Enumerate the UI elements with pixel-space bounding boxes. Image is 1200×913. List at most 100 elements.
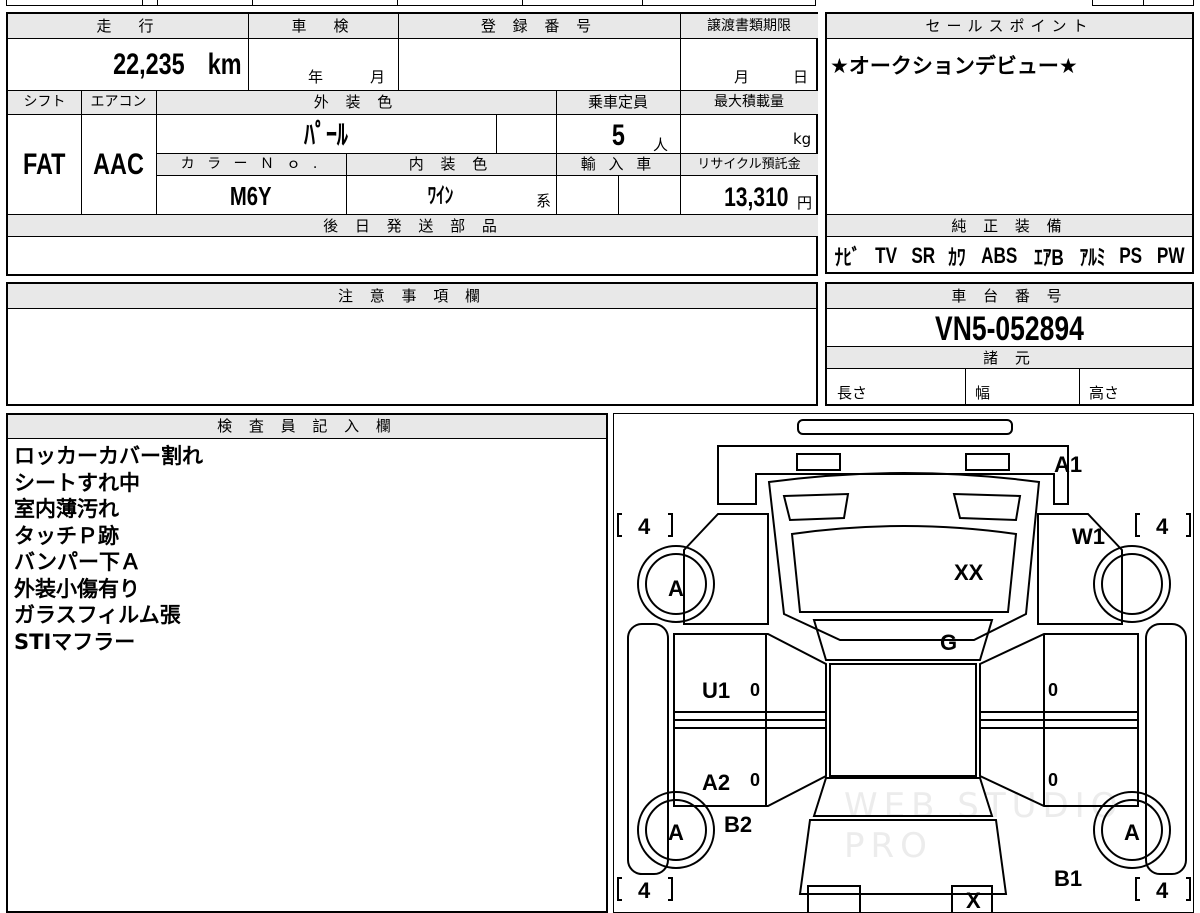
aircon-header: エアコン bbox=[90, 94, 147, 110]
mark-g: G bbox=[940, 630, 957, 655]
tire-count-rear-right: 4 bbox=[1156, 878, 1169, 903]
interior-color-header: 内 装 色 bbox=[408, 155, 494, 173]
mark-a2: A2 bbox=[702, 770, 730, 795]
equipment-item: ｶﾜ bbox=[948, 245, 966, 270]
car-diagram-panel: WEB STUDIO PRO A1 W1 XX G U1 A2 B2 B1 X … bbox=[613, 413, 1194, 913]
panel-count-right-front: 0 bbox=[1048, 680, 1058, 700]
car-diagram: A1 W1 XX G U1 A2 B2 B1 X A A A 4 4 4 4 0… bbox=[617, 419, 1191, 912]
deadline-day: 日 bbox=[793, 68, 809, 86]
interior-color-value: ﾜｲﾝ bbox=[428, 183, 454, 208]
specs-header: 諸 元 bbox=[827, 346, 1192, 369]
top-strip bbox=[6, 0, 816, 6]
tire-mark-rear-right: A bbox=[1124, 820, 1140, 845]
left-door-front bbox=[673, 633, 827, 721]
aircon-value: AAC bbox=[93, 148, 144, 181]
shift-header: シフト bbox=[23, 94, 66, 110]
mark-w1: W1 bbox=[1072, 524, 1105, 549]
equipment-item: ﾅﾋﾞ bbox=[834, 245, 861, 270]
inspector-remarks: ロッカーカバー割れ シートすれ中 室内薄汚れ タッチＰ跡 バンパー下Ａ 外装小傷… bbox=[14, 443, 203, 655]
mark-b1: B1 bbox=[1054, 866, 1082, 891]
equipment-item: PW bbox=[1157, 243, 1185, 268]
equipment-item: ｱﾙﾐ bbox=[1079, 245, 1105, 270]
trunk-outline bbox=[798, 819, 1008, 895]
vehicle-info-table: 走 行 車 検 登 録 番 号 譲渡書類期限 22,235 km 年 月 月 日… bbox=[6, 12, 818, 276]
left-front-fender bbox=[683, 513, 769, 625]
tire-mark-front-left: A bbox=[668, 576, 684, 601]
mark-b2: B2 bbox=[724, 812, 752, 837]
later-parts-header: 後 日 発 送 部 品 bbox=[8, 214, 818, 237]
tire-count-front-left: 4 bbox=[638, 514, 651, 539]
shift-value: FAT bbox=[23, 148, 66, 181]
notes-header: 注 意 事 項 欄 bbox=[8, 284, 816, 309]
genuine-equipment-header: 純 正 装 備 bbox=[827, 214, 1192, 237]
max-load-unit: kg bbox=[793, 130, 812, 148]
exterior-color-header: 外 装 色 bbox=[313, 93, 399, 111]
deadline-month: 月 bbox=[734, 68, 750, 86]
shaken-month: 月 bbox=[370, 68, 386, 86]
transfer-deadline-header: 譲渡書類期限 bbox=[707, 18, 791, 34]
tire-count-front-right: 4 bbox=[1156, 514, 1169, 539]
chassis-header: 車 台 番 号 bbox=[827, 284, 1192, 309]
reg-number-header: 登 録 番 号 bbox=[480, 17, 598, 35]
inspector-panel: 検 査 員 記 入 欄 ロッカーカバー割れ シートすれ中 室内薄汚れ タッチＰ跡… bbox=[6, 413, 608, 913]
remark-line: 外装小傷有り bbox=[14, 576, 140, 601]
equipment-item: ｴｱB bbox=[1034, 245, 1064, 270]
mark-u1: U1 bbox=[702, 678, 730, 703]
equipment-item: ABS bbox=[980, 243, 1018, 268]
mark-x: X bbox=[966, 888, 981, 912]
notes-panel: 注 意 事 項 欄 bbox=[6, 282, 818, 406]
equipment-item: SR bbox=[911, 243, 935, 268]
mark-a1: A1 bbox=[1054, 452, 1082, 477]
sales-point-panel: セールスポイント ★オークションデビュー★ 純 正 装 備 ﾅﾋﾞ TV SR … bbox=[825, 12, 1194, 274]
tire-mark-rear-left: A bbox=[668, 820, 684, 845]
interior-color-suffix: 系 bbox=[536, 192, 552, 210]
color-no-value: M6Y bbox=[230, 181, 272, 211]
spec-length: 長さ bbox=[837, 384, 868, 402]
left-door-rear bbox=[673, 719, 827, 807]
right-door-rear bbox=[979, 719, 1139, 807]
capacity-header: 乗車定員 bbox=[587, 93, 648, 111]
remark-line: タッチＰ跡 bbox=[14, 523, 119, 548]
remark-line: STIマフラー bbox=[14, 629, 136, 654]
exterior-color-value: ﾊﾟｰﾙ bbox=[304, 119, 348, 150]
mileage-value: 22,235 km bbox=[112, 48, 242, 81]
remark-line: ロッカーカバー割れ bbox=[14, 444, 203, 468]
remark-line: 室内薄汚れ bbox=[14, 497, 119, 521]
spec-width: 幅 bbox=[975, 384, 991, 402]
left-rocker-outline bbox=[627, 623, 669, 875]
sales-point-header: セールスポイント bbox=[827, 14, 1192, 39]
panel-count-right-rear: 0 bbox=[1048, 770, 1058, 790]
body-outline bbox=[767, 472, 1041, 641]
capacity-value: 5 bbox=[611, 119, 625, 152]
capacity-unit: 人 bbox=[653, 136, 669, 154]
tire-count-rear-left: 4 bbox=[638, 878, 651, 903]
color-no-header: カ ラ ー Ｎ ｏ . bbox=[180, 156, 322, 172]
front-bumper-outline bbox=[797, 419, 1013, 435]
mileage-header: 走 行 bbox=[96, 17, 160, 35]
chassis-panel: 車 台 番 号 VN5-052894 諸 元 長さ 幅 高さ bbox=[825, 282, 1194, 406]
mark-xx: XX bbox=[954, 560, 984, 585]
remark-line: ガラスフィルム張 bbox=[14, 603, 181, 627]
spec-height: 高さ bbox=[1089, 384, 1120, 402]
shaken-year: 年 bbox=[308, 68, 324, 86]
tire-front-right bbox=[1093, 545, 1171, 623]
rear-window-outline bbox=[812, 777, 994, 817]
panel-count-left-front: 0 bbox=[750, 680, 760, 700]
import-header: 輸 入 車 bbox=[580, 155, 656, 173]
right-rocker-outline bbox=[1145, 623, 1187, 875]
remark-line: バンパー下Ａ bbox=[14, 550, 142, 574]
cabin-outline bbox=[829, 663, 977, 777]
remark-line: シートすれ中 bbox=[14, 470, 140, 495]
recycle-fee-unit: 円 bbox=[797, 194, 813, 212]
chassis-number: VN5-052894 bbox=[935, 310, 1084, 348]
panel-count-left-rear: 0 bbox=[750, 770, 760, 790]
recycle-fee-header: リサイクル預託金 bbox=[697, 157, 801, 172]
equipment-item: PS bbox=[1119, 243, 1143, 268]
right-door-front bbox=[979, 633, 1139, 721]
top-strip-right bbox=[1092, 0, 1194, 6]
headlight-right bbox=[965, 453, 1010, 471]
equipment-item: TV bbox=[874, 243, 897, 268]
recycle-fee-value: 13,310 bbox=[724, 182, 789, 212]
genuine-equipment-list: ﾅﾋﾞ TV SR ｶﾜ ABS ｴｱB ｱﾙﾐ PS PW bbox=[831, 240, 1189, 272]
headlight-left bbox=[796, 453, 841, 471]
